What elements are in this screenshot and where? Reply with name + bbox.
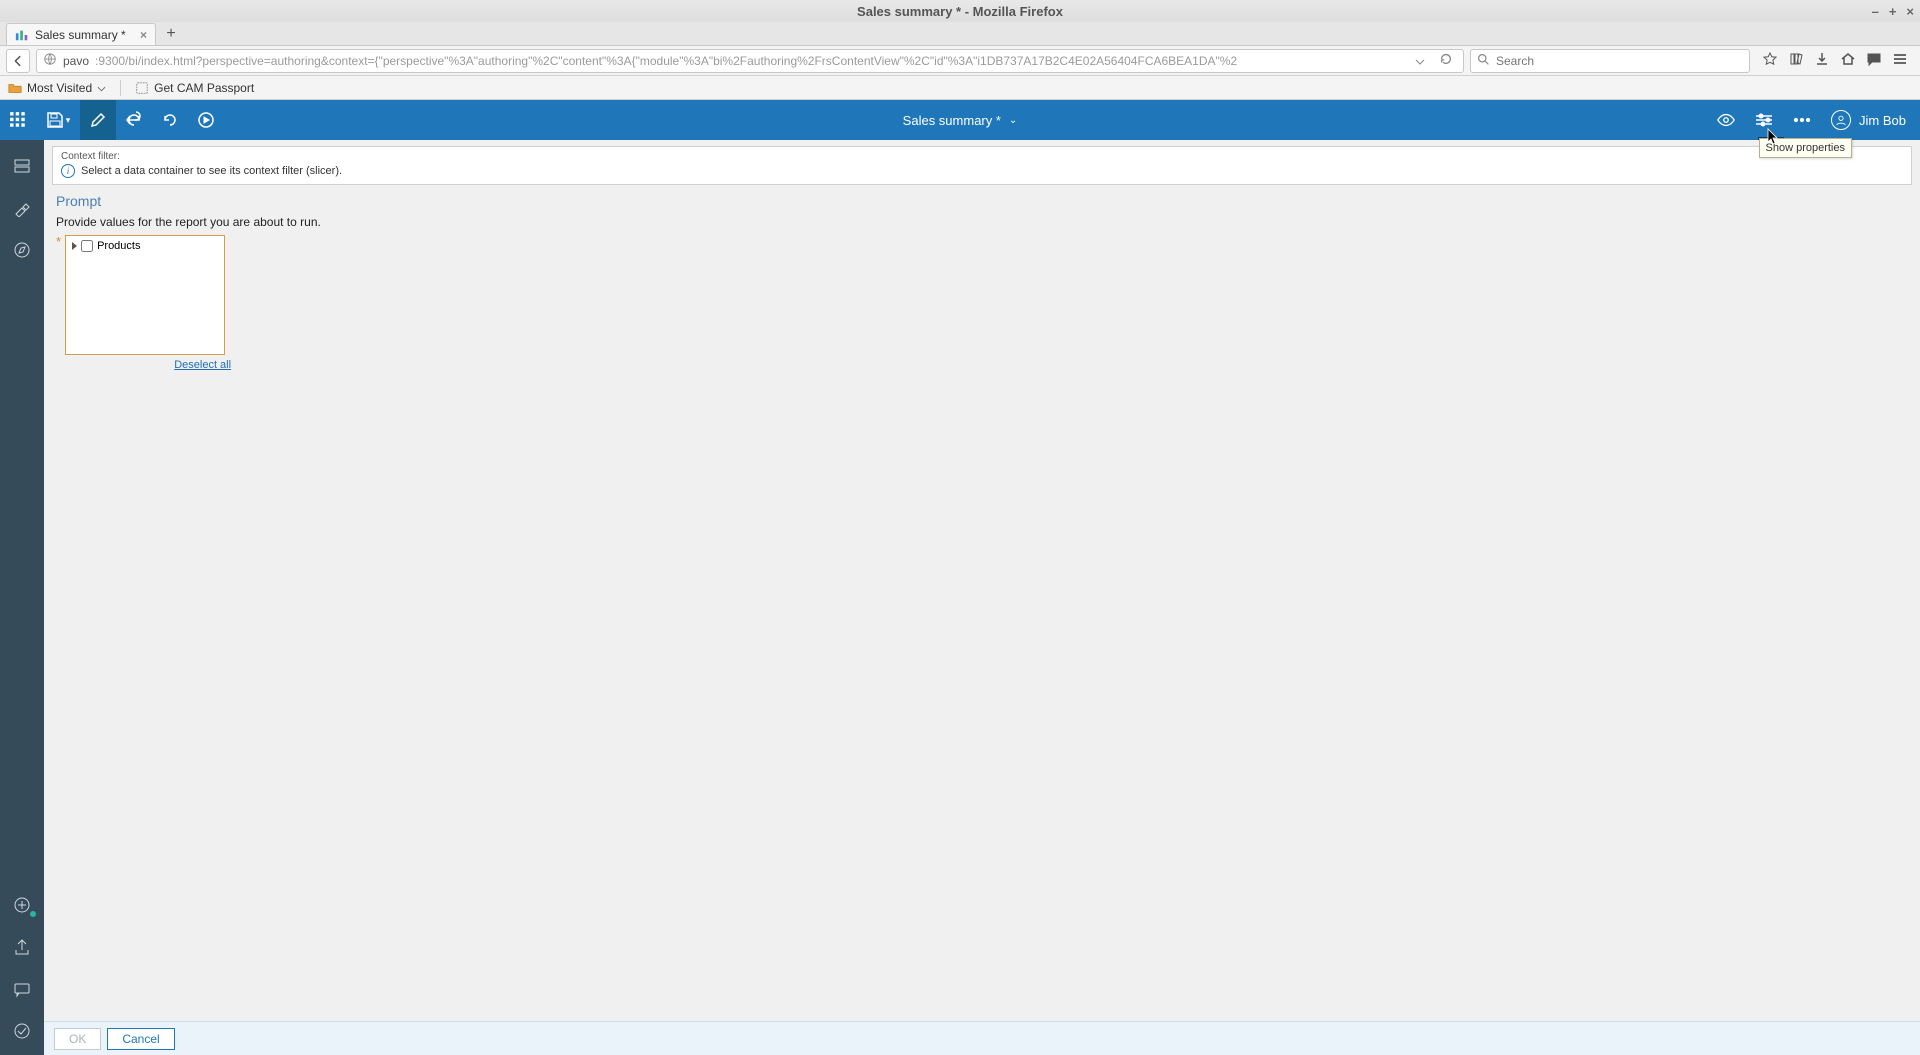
new-tab-button[interactable]: +	[160, 23, 182, 45]
window-close-button[interactable]: ×	[1906, 4, 1914, 19]
rail-validate-button[interactable]	[6, 1015, 38, 1047]
tree-node-checkbox[interactable]	[81, 240, 93, 252]
chat-icon-button[interactable]	[1866, 51, 1882, 70]
library-button[interactable]	[1788, 51, 1804, 70]
deselect-all-link[interactable]: Deselect all	[174, 359, 231, 371]
share-icon	[13, 938, 31, 956]
eye-icon	[1717, 111, 1735, 129]
plus-circle-icon	[13, 896, 31, 914]
content-area: Context filter: i Select a data containe…	[44, 140, 1920, 1055]
search-icon	[1477, 53, 1490, 69]
browser-toolbar: pavo :9300/bi/index.html?perspective=aut…	[0, 46, 1920, 76]
context-filter-banner: Context filter: i Select a data containe…	[52, 146, 1912, 185]
rail-share-button[interactable]	[6, 931, 38, 963]
left-nav-rail	[0, 140, 44, 1055]
tooltip: Show properties	[1759, 138, 1853, 158]
chat-icon	[13, 980, 31, 998]
browser-tab[interactable]: Sales summary * ×	[6, 23, 156, 45]
globe-icon	[43, 52, 57, 69]
save-button[interactable]: ▾	[36, 100, 80, 140]
tab-favicon-icon	[15, 28, 29, 42]
prompt-footer: OK Cancel	[44, 1021, 1920, 1055]
undo-button[interactable]	[116, 100, 152, 140]
window-title: Sales summary * - Mozilla Firefox	[857, 4, 1063, 19]
dots-horizontal-icon	[1793, 111, 1811, 129]
document-title-text: Sales summary *	[903, 113, 1001, 128]
user-menu[interactable]: Jim Bob	[1831, 110, 1906, 130]
waffle-icon	[9, 111, 27, 129]
data-icon	[13, 157, 31, 175]
url-bar[interactable]: pavo :9300/bi/index.html?perspective=aut…	[36, 49, 1464, 73]
prompt-panel: Prompt Provide values for the report you…	[44, 185, 1920, 371]
prompt-title: Prompt	[56, 193, 1908, 209]
app-switcher-button[interactable]	[0, 100, 36, 140]
url-path: :9300/bi/index.html?perspective=authorin…	[95, 54, 1405, 68]
divider	[120, 80, 121, 96]
save-icon	[46, 111, 64, 129]
hamburger-menu-button[interactable]	[1892, 51, 1908, 70]
bookmark-label: Get CAM Passport	[154, 81, 254, 95]
prompt-description: Provide values for the report you are ab…	[56, 215, 1908, 229]
downloads-button[interactable]	[1814, 51, 1830, 70]
redo-button[interactable]	[152, 100, 188, 140]
user-avatar-icon	[1831, 110, 1851, 130]
arrow-left-icon	[11, 54, 25, 68]
rail-pages-button[interactable]	[6, 234, 38, 266]
bookmark-most-visited[interactable]: Most Visited	[8, 81, 106, 95]
hammer-icon	[13, 199, 31, 217]
play-circle-icon	[197, 111, 215, 129]
folder-icon	[8, 81, 22, 95]
preview-button[interactable]	[1709, 100, 1743, 140]
tree-node[interactable]: Products	[72, 240, 218, 252]
info-icon: i	[61, 164, 75, 178]
reload-button[interactable]	[1435, 52, 1457, 69]
tooltip-text: Show properties	[1766, 142, 1846, 154]
tree-node-label: Products	[97, 240, 140, 252]
context-filter-message: Select a data container to see its conte…	[81, 165, 342, 177]
chevron-down-icon: ▾	[66, 115, 71, 126]
show-properties-button[interactable]	[1747, 100, 1781, 140]
rail-data-button[interactable]	[6, 150, 38, 182]
rail-chat-button[interactable]	[6, 973, 38, 1005]
browser-search-input[interactable]	[1496, 54, 1743, 68]
run-report-button[interactable]	[188, 100, 224, 140]
os-title-bar: Sales summary * - Mozilla Firefox – + ×	[0, 0, 1920, 22]
bookmark-star-button[interactable]	[1762, 51, 1778, 70]
check-circle-icon	[13, 1022, 31, 1040]
context-filter-label: Context filter:	[53, 147, 1911, 162]
browser-tab-title: Sales summary *	[35, 28, 126, 42]
ok-button[interactable]: OK	[54, 1028, 101, 1050]
home-button[interactable]	[1840, 51, 1856, 70]
compass-icon	[13, 241, 31, 259]
browser-search-bar[interactable]	[1470, 49, 1750, 73]
url-history-dropdown[interactable]	[1411, 54, 1429, 68]
bookmarks-bar: Most Visited Get CAM Passport	[0, 76, 1920, 100]
rail-toolbox-button[interactable]	[6, 192, 38, 224]
page-icon	[135, 81, 149, 95]
rail-add-button[interactable]	[6, 889, 38, 921]
url-host: pavo	[63, 54, 89, 68]
browser-tab-close-button[interactable]: ×	[140, 28, 147, 42]
window-minimize-button[interactable]: –	[1872, 4, 1879, 19]
chevron-down-icon: ⌄	[1009, 115, 1017, 126]
pencil-icon	[89, 111, 107, 129]
browser-tab-strip: Sales summary * × +	[0, 22, 1920, 46]
chevron-down-icon	[97, 81, 106, 95]
cancel-button[interactable]: Cancel	[107, 1028, 174, 1050]
nav-back-button[interactable]	[6, 49, 30, 73]
bookmark-get-cam-passport[interactable]: Get CAM Passport	[135, 81, 254, 95]
sliders-icon	[1755, 111, 1773, 129]
required-indicator-icon: *	[56, 235, 61, 249]
edit-mode-button[interactable]	[80, 100, 116, 140]
user-name-label: Jim Bob	[1859, 113, 1906, 128]
prompt-tree-control[interactable]: Products	[65, 235, 225, 355]
tree-expander-icon[interactable]	[72, 242, 77, 250]
bookmark-label: Most Visited	[27, 81, 92, 95]
document-title-dropdown[interactable]: Sales summary * ⌄	[903, 113, 1018, 128]
app-toolbar: ▾ Sales summary * ⌄	[0, 100, 1920, 140]
undo-icon	[125, 111, 143, 129]
redo-icon	[161, 111, 179, 129]
window-maximize-button[interactable]: +	[1889, 4, 1897, 19]
more-menu-button[interactable]	[1785, 100, 1819, 140]
